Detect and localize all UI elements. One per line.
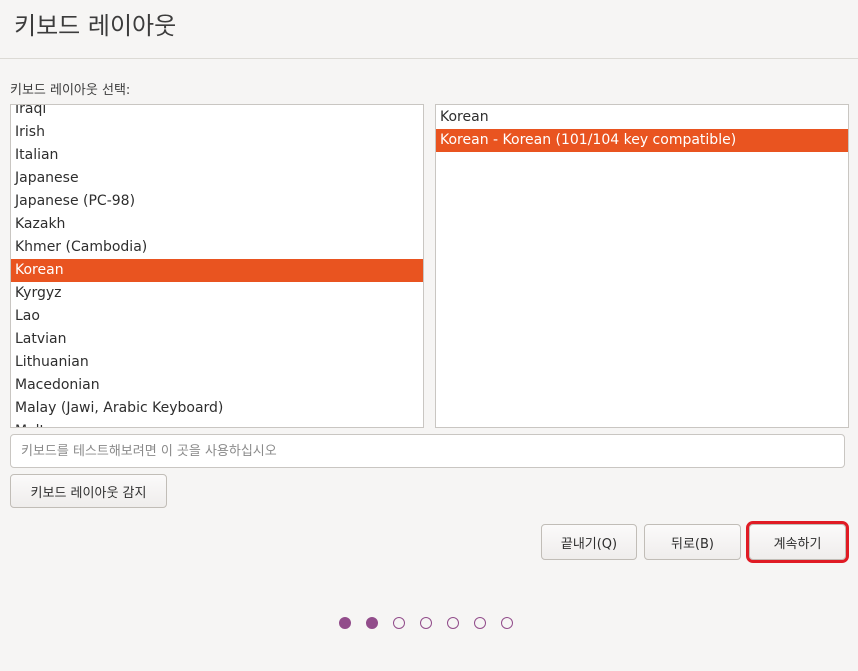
back-button[interactable]: 뒤로(B) bbox=[644, 524, 741, 560]
keyboard-test-input[interactable] bbox=[10, 434, 845, 468]
layout-list-item[interactable]: Japanese bbox=[11, 167, 423, 190]
layout-list-item[interactable]: Latvian bbox=[11, 328, 423, 351]
progress-dots bbox=[339, 617, 519, 635]
layout-list-item[interactable]: Lao bbox=[11, 305, 423, 328]
layout-list-item[interactable]: Khmer (Cambodia) bbox=[11, 236, 423, 259]
layout-list-item[interactable]: Malay (Jawi, Arabic Keyboard) bbox=[11, 397, 423, 420]
progress-dot bbox=[339, 617, 351, 629]
layout-select-label: 키보드 레이아웃 선택: bbox=[10, 83, 131, 98]
progress-dot bbox=[447, 617, 459, 629]
layout-list-item[interactable]: Kazakh bbox=[11, 213, 423, 236]
continue-button[interactable]: 계속하기 bbox=[746, 521, 849, 563]
variant-list[interactable]: Korean Korean - Korean (101/104 key compa… bbox=[435, 104, 849, 428]
layout-list-item[interactable]: Irish bbox=[11, 121, 423, 144]
progress-dot bbox=[501, 617, 513, 629]
progress-dot bbox=[474, 617, 486, 629]
layout-list-item[interactable]: Italian bbox=[11, 144, 423, 167]
variant-list-item[interactable]: Korean - Korean (101/104 key compatible) bbox=[436, 129, 848, 152]
header-separator bbox=[0, 58, 858, 59]
layout-list-item[interactable]: Macedonian bbox=[11, 374, 423, 397]
layout-list-item[interactable]: Lithuanian bbox=[11, 351, 423, 374]
variant-list-item[interactable]: Korean bbox=[436, 106, 848, 129]
layout-list-item[interactable]: Iraqi bbox=[11, 105, 423, 121]
layout-list-item[interactable]: Kyrgyz bbox=[11, 282, 423, 305]
progress-dot bbox=[420, 617, 432, 629]
progress-dot bbox=[366, 617, 378, 629]
layout-list[interactable]: Iraqi Irish Italian Japanese Japanese (PC-98… bbox=[10, 104, 424, 428]
layout-list-item[interactable]: Korean bbox=[11, 259, 423, 282]
layout-list-item[interactable]: Malt bbox=[11, 420, 423, 427]
detect-layout-button[interactable]: 키보드 레이아웃 감지 bbox=[10, 474, 167, 508]
page-title: 키보드 레이아웃 bbox=[14, 12, 177, 40]
layout-list-item[interactable]: Japanese (PC-98) bbox=[11, 190, 423, 213]
progress-dot bbox=[393, 617, 405, 629]
quit-button[interactable]: 끝내기(Q) bbox=[541, 524, 637, 560]
